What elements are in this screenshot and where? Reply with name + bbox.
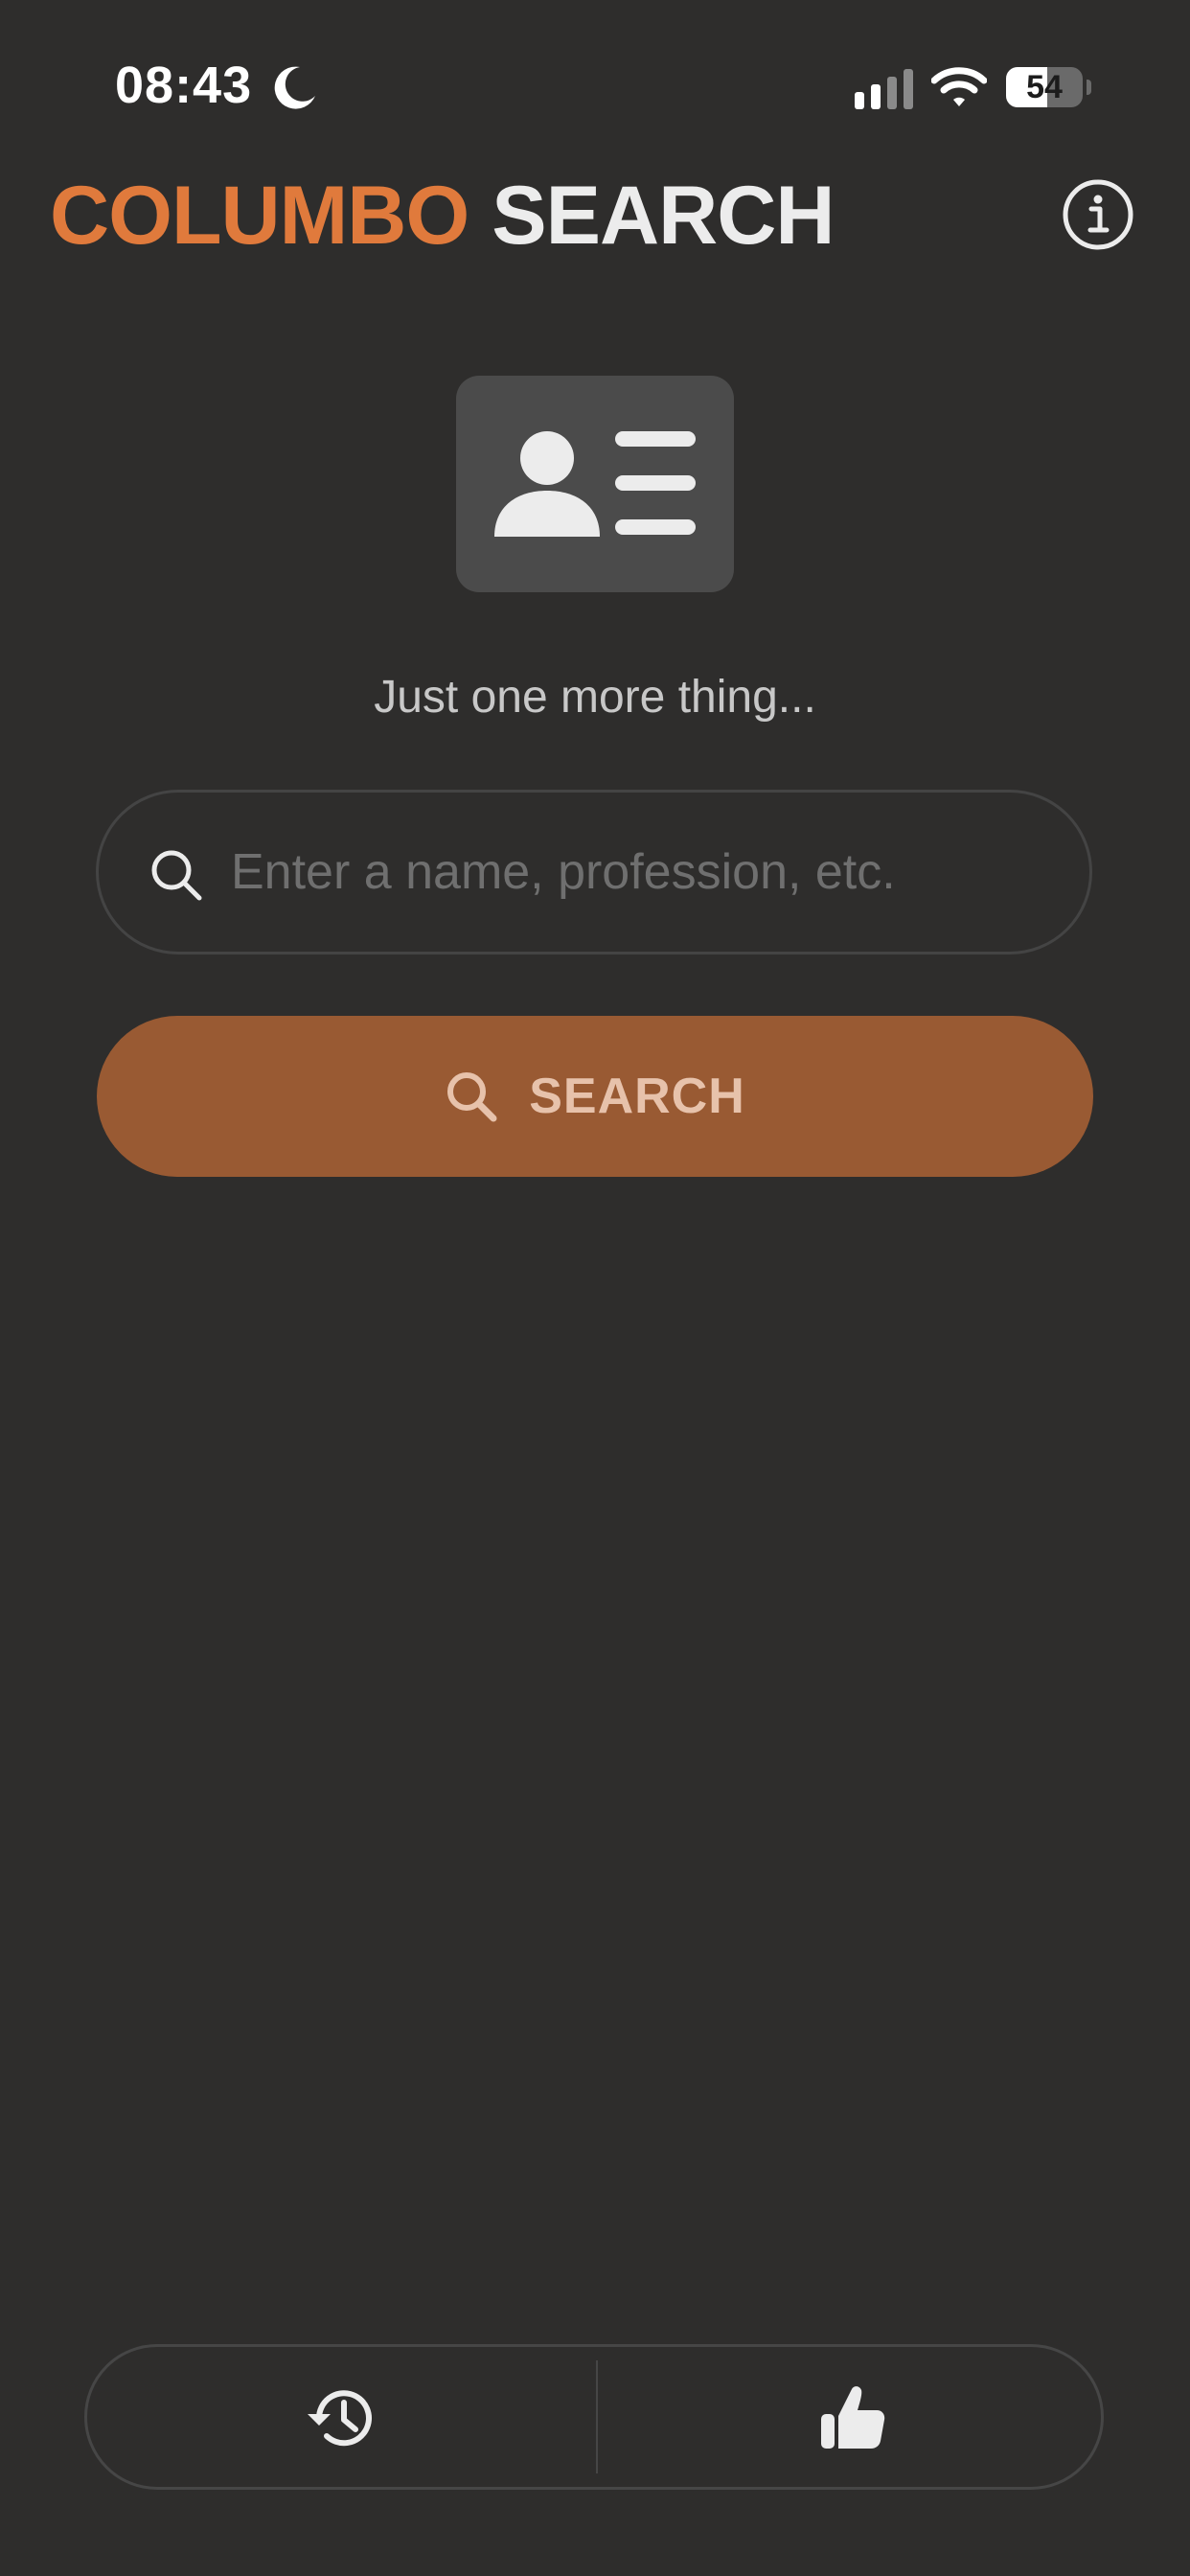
hero-card — [456, 376, 734, 592]
like-button[interactable] — [599, 2347, 1107, 2487]
bottom-tab-bar — [84, 2344, 1104, 2490]
contact-card-icon — [494, 431, 696, 537]
status-bar: 08:43 54 — [0, 0, 1190, 172]
moon-icon — [274, 66, 315, 109]
cellular-signal-icon — [855, 69, 913, 109]
magnifying-glass-icon — [151, 850, 202, 901]
search-input[interactable] — [231, 793, 1055, 952]
thumbs-up-icon — [821, 2386, 885, 2449]
app-title: COLUMBO SEARCH — [50, 169, 835, 264]
search-button[interactable]: SEARCH — [97, 1016, 1093, 1177]
info-circle-icon — [1063, 179, 1133, 250]
search-button-label: SEARCH — [529, 1069, 745, 1124]
app-title-main: SEARCH — [492, 170, 835, 262]
tagline: Just one more thing... — [374, 672, 816, 723]
bottom-bar-divider — [596, 2360, 598, 2473]
battery-icon: 54 — [1006, 67, 1091, 107]
info-button[interactable] — [1062, 178, 1134, 251]
app-title-accent: COLUMBO — [50, 170, 469, 262]
magnifying-glass-icon — [447, 1072, 497, 1122]
status-time: 08:43 — [115, 57, 253, 114]
history-button[interactable] — [87, 2347, 595, 2487]
history-icon — [308, 2390, 372, 2447]
battery-level-text: 54 — [1026, 69, 1063, 105]
wifi-icon — [931, 67, 987, 106]
search-field[interactable] — [96, 790, 1092, 954]
